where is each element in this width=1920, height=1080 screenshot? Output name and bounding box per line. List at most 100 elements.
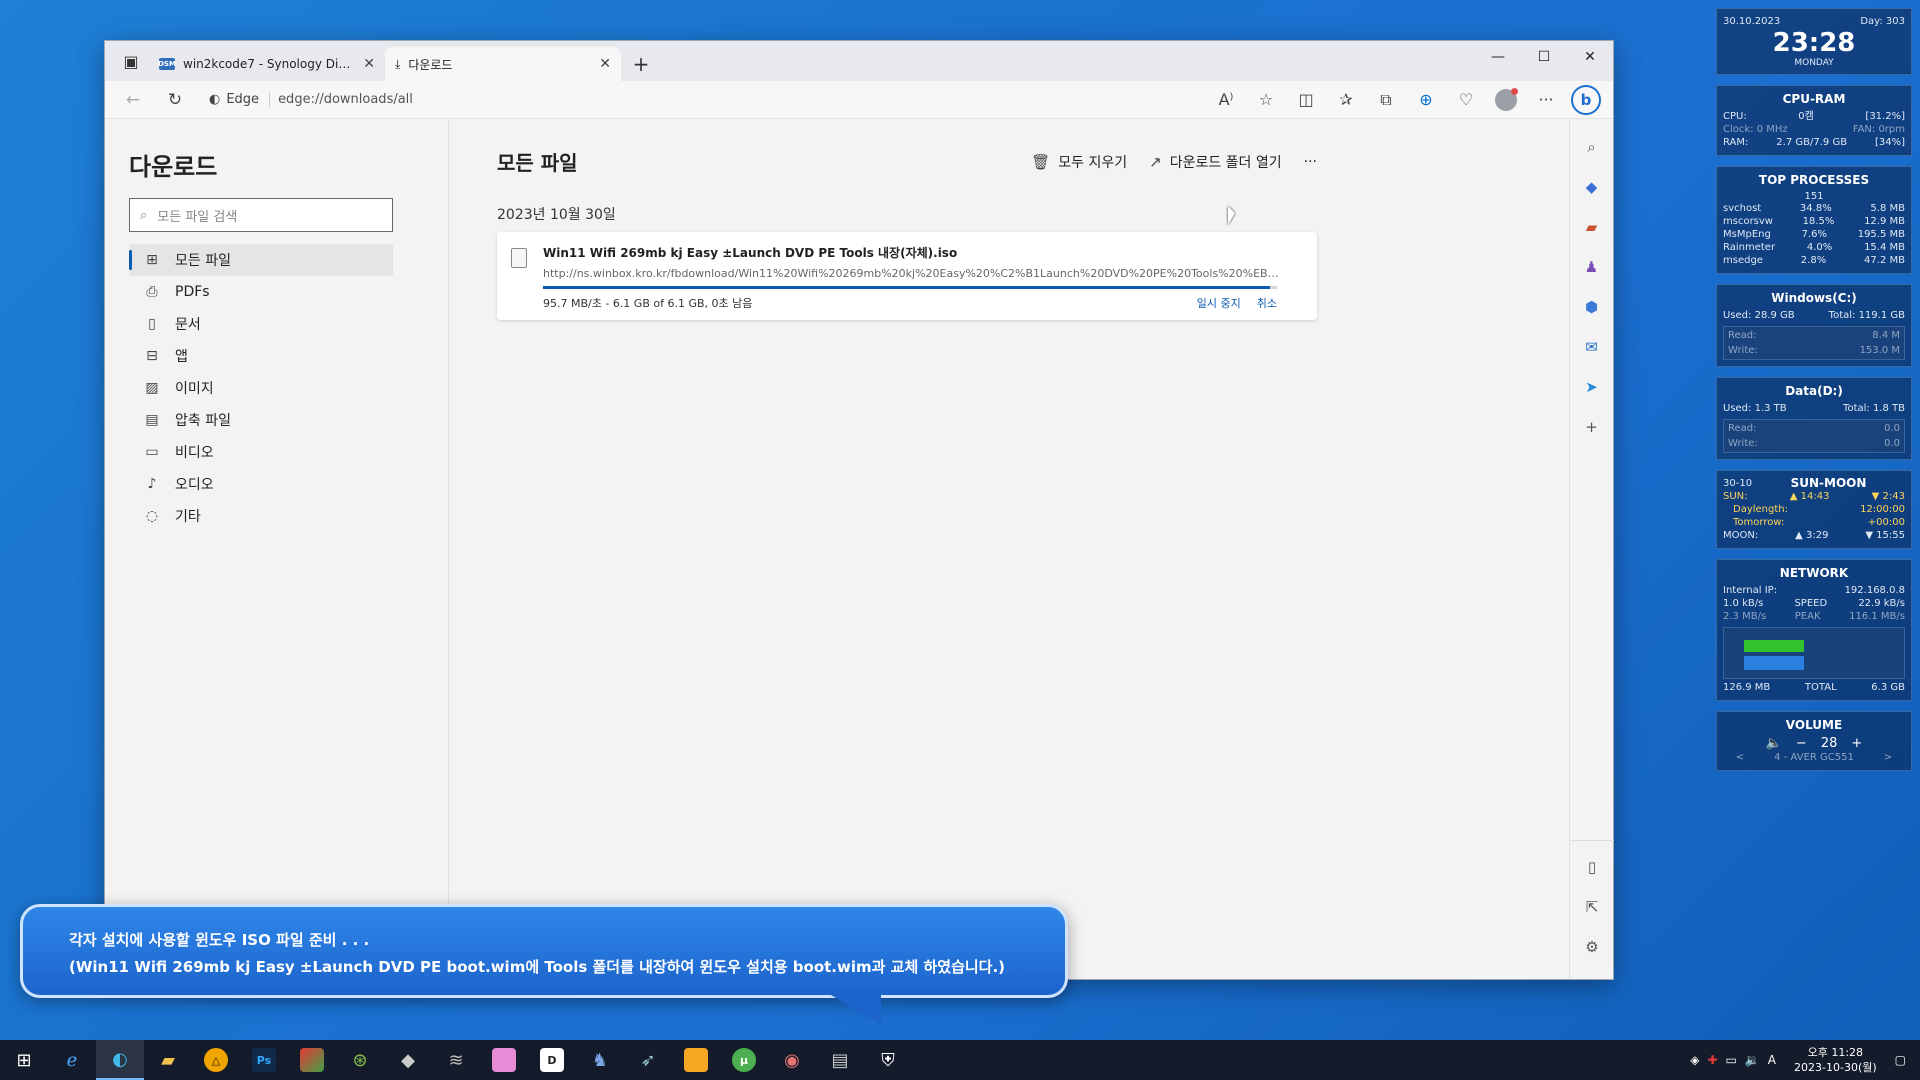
more-options-button[interactable]: ··· [1304, 154, 1317, 170]
network-icon[interactable]: ▭ [1726, 1053, 1737, 1067]
photoshop-icon[interactable]: Ps [240, 1040, 288, 1080]
app-bird-icon[interactable]: ➶ [624, 1040, 672, 1080]
process-row: Rainmeter 4.0% 15.4 MB [1723, 241, 1905, 254]
search-icon[interactable]: ⌕ [1576, 131, 1608, 163]
process-count: 151 [1804, 191, 1824, 202]
app-people-icon[interactable]: ♞ [576, 1040, 624, 1080]
close-icon[interactable]: ✕ [599, 56, 611, 72]
toolbox-icon[interactable]: ▰ [1576, 211, 1608, 243]
favorite-star-icon[interactable]: ☆ [1249, 85, 1283, 115]
outlook-icon[interactable]: ✉ [1576, 331, 1608, 363]
tab-actions-icon[interactable]: ▣ [113, 43, 149, 79]
pause-button[interactable]: 일시 중지 [1197, 295, 1241, 311]
gear-icon[interactable]: ⚙ [1576, 931, 1608, 963]
app-diamond-icon[interactable]: ◆ [384, 1040, 432, 1080]
clear-all-label: 모두 지우기 [1058, 154, 1128, 171]
panel-icon[interactable]: ▯ [1576, 851, 1608, 883]
tab-downloads[interactable]: ⤓ 다운로드 ✕ [385, 47, 621, 81]
download-filename[interactable]: Win11 Wifi 269mb kj Easy ±Launch DVD PE … [543, 244, 1305, 261]
app-globe-icon[interactable]: ⊛ [336, 1040, 384, 1080]
nav-images[interactable]: ▨ 이미지 [129, 372, 393, 404]
app-d-icon[interactable]: D [528, 1040, 576, 1080]
ie-icon[interactable]: ℯ [48, 1040, 96, 1080]
address-bar[interactable]: ◐ Edge edge://downloads/all [199, 85, 1203, 115]
collections-icon[interactable]: ⧉ [1369, 85, 1403, 115]
proc-cpu: 34.8% [1799, 203, 1832, 214]
proc-name: mscorsvw [1723, 216, 1773, 227]
network-graph [1723, 627, 1905, 679]
caption-line-1: 각자 설치에 사용할 윈도우 ISO 파일 준비 . . . [69, 931, 370, 949]
start-button[interactable]: ⊞ [0, 1040, 48, 1080]
process-row: svchost 34.8% 5.8 MB [1723, 202, 1905, 215]
more-menu-icon[interactable]: ··· [1529, 85, 1563, 115]
proc-mem: 47.2 MB [1864, 255, 1905, 266]
downloads-icon[interactable]: ⊕ [1409, 85, 1443, 115]
close-window-button[interactable]: ✕ [1567, 41, 1613, 73]
nav-video[interactable]: ▭ 비디오 [129, 436, 393, 468]
app-shield-icon[interactable]: ⛨ [864, 1040, 912, 1080]
minimize-button[interactable]: — [1475, 41, 1521, 73]
people-icon[interactable]: ♟ [1576, 251, 1608, 283]
grid-icon: ⊞ [146, 252, 158, 268]
nav-all-files[interactable]: ⊞ 모든 파일 [129, 244, 393, 276]
nav-label: 기타 [175, 509, 201, 525]
office-icon[interactable]: ⬢ [1576, 291, 1608, 323]
nav-pdfs[interactable]: ⎙ PDFs [129, 276, 393, 308]
app-triangle-icon[interactable]: △ [192, 1040, 240, 1080]
read-aloud-icon[interactable]: A⁾ [1209, 85, 1243, 115]
bing-chat-button[interactable]: b [1569, 84, 1603, 115]
app-disc-icon[interactable]: ◉ [768, 1040, 816, 1080]
tab-title: win2kcode7 - Synology DiskStati [183, 57, 355, 71]
volume-down-button[interactable]: − [1796, 736, 1807, 751]
tray-drop-icon[interactable]: ◈ [1690, 1053, 1699, 1067]
new-tab-button[interactable]: + [625, 48, 657, 80]
split-screen-icon[interactable]: ◫ [1289, 85, 1323, 115]
edge-taskbar-icon[interactable]: ◐ [96, 1040, 144, 1080]
download-url[interactable]: http://ns.winbox.kro.kr/fbdownload/Win11… [543, 267, 1283, 280]
nav-archives[interactable]: ▤ 압축 파일 [129, 404, 393, 436]
file-explorer-icon[interactable]: ▰ [144, 1040, 192, 1080]
popout-icon[interactable]: ⇱ [1576, 891, 1608, 923]
ram-label: RAM: [1723, 137, 1749, 148]
notification-icon[interactable]: ▢ [1895, 1053, 1906, 1067]
maximize-button[interactable]: ☐ [1521, 41, 1567, 73]
app-doc-icon[interactable]: ▤ [816, 1040, 864, 1080]
cancel-button[interactable]: 취소 [1257, 295, 1277, 311]
moonrise: ▲ 3:29 [1795, 530, 1829, 541]
search-input[interactable]: ⌕ 모든 파일 검색 [129, 198, 393, 232]
app-color-icon[interactable] [288, 1040, 336, 1080]
app-pink-icon[interactable] [480, 1040, 528, 1080]
volume-up-button[interactable]: + [1851, 736, 1862, 751]
edge-chip-label: Edge [226, 92, 260, 107]
taskbar-clock[interactable]: 오후 11:28 2023-10-30(월) [1794, 1045, 1877, 1075]
clear-all-button[interactable]: 🗑 모두 지우기 [1031, 152, 1127, 172]
app-orange-icon[interactable] [672, 1040, 720, 1080]
next-device-icon[interactable]: > [1884, 751, 1892, 764]
clock-widget: 30.10.2023 Day: 303 23:28 MONDAY [1716, 8, 1912, 75]
speaker-icon[interactable]: 🔈 [1766, 736, 1782, 751]
tab-synology[interactable]: DSM win2kcode7 - Synology DiskStati ✕ [149, 47, 385, 81]
send-icon[interactable]: ➤ [1576, 371, 1608, 403]
ime-indicator[interactable]: A [1768, 1053, 1776, 1067]
performance-icon[interactable]: ♡ [1449, 85, 1483, 115]
tag-icon[interactable]: ◆ [1576, 171, 1608, 203]
peak-label: PEAK [1794, 611, 1821, 622]
add-icon[interactable]: + [1576, 411, 1608, 443]
open-folder-button[interactable]: ↗ 다운로드 폴더 열기 [1149, 152, 1282, 172]
close-icon[interactable]: ✕ [363, 56, 375, 72]
nav-apps[interactable]: ⊟ 앱 [129, 340, 393, 372]
nav-other[interactable]: ◌ 기타 [129, 500, 393, 532]
utorrent-icon[interactable]: µ [720, 1040, 768, 1080]
favorites-icon[interactable]: ✰ [1329, 85, 1363, 115]
nav-documents[interactable]: ▯ 문서 [129, 308, 393, 340]
tray-security-icon[interactable]: ✚ [1707, 1053, 1717, 1067]
refresh-button[interactable]: ↻ [157, 85, 193, 115]
app-stack-icon[interactable]: ≋ [432, 1040, 480, 1080]
profile-avatar[interactable] [1489, 85, 1523, 115]
nav-audio[interactable]: ♪ 오디오 [129, 468, 393, 500]
volume-icon[interactable]: 🔉 [1745, 1053, 1760, 1067]
download-item[interactable]: Win11 Wifi 269mb kj Easy ±Launch DVD PE … [497, 232, 1317, 320]
prev-device-icon[interactable]: < [1736, 751, 1744, 764]
back-button[interactable]: ← [115, 85, 151, 115]
widget-title: TOP PROCESSES [1758, 173, 1870, 187]
